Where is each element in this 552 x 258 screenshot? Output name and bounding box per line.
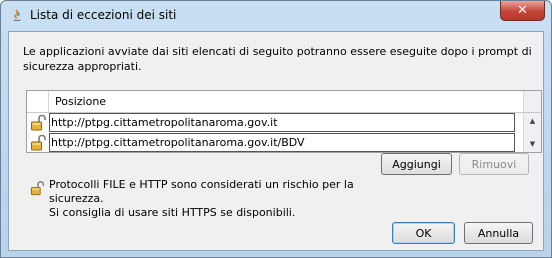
add-button[interactable]: Aggiungi [381, 153, 452, 175]
cancel-button[interactable]: Annulla [464, 222, 533, 244]
exception-site-table[interactable]: Posizione http://ptpg.cittametropolitana… [26, 90, 542, 153]
close-button[interactable]: ✕ [500, 1, 545, 21]
close-icon: ✕ [517, 3, 528, 18]
remove-button[interactable]: Rimuovi [459, 153, 529, 175]
location-cell[interactable]: http://ptpg.cittametropolitanaroma.gov.i… [49, 133, 515, 152]
scroll-down-icon[interactable]: ▼ [524, 136, 541, 152]
warning-line-1: Protocolli FILE e HTTP sono considerati … [49, 178, 354, 205]
location-column-header: Posizione [55, 95, 107, 108]
scrollbar-corner [523, 91, 541, 112]
java-icon [13, 9, 21, 21]
lock-column-header [27, 91, 49, 112]
table-row[interactable]: http://ptpg.cittametropolitanaroma.gov.i… [27, 113, 523, 132]
warning-line-2: Si consiglia di usare siti HTTPS se disp… [49, 206, 296, 219]
dialog-content: Le applicazioni avviate dai siti elencat… [8, 31, 544, 251]
table-header: Posizione [27, 91, 541, 113]
vertical-scrollbar[interactable]: ▲ ▼ [523, 113, 541, 152]
unlocked-padlock-icon [31, 114, 46, 131]
unlocked-padlock-icon [30, 181, 45, 196]
title-bar[interactable]: Lista di eccezioni dei siti ✕ [1, 1, 551, 31]
dialog-window: Lista di eccezioni dei siti ✕ Le applica… [0, 0, 552, 258]
scroll-up-icon[interactable]: ▲ [524, 113, 541, 129]
unlocked-padlock-icon [31, 134, 46, 151]
window-title: Lista di eccezioni dei siti [30, 8, 177, 22]
ok-button[interactable]: OK [392, 222, 455, 244]
table-row[interactable]: http://ptpg.cittametropolitanaroma.gov.i… [27, 133, 523, 152]
location-cell[interactable]: http://ptpg.cittametropolitanaroma.gov.i… [49, 113, 515, 132]
description-text: Le applicazioni avviate dai siti elencat… [23, 45, 532, 73]
